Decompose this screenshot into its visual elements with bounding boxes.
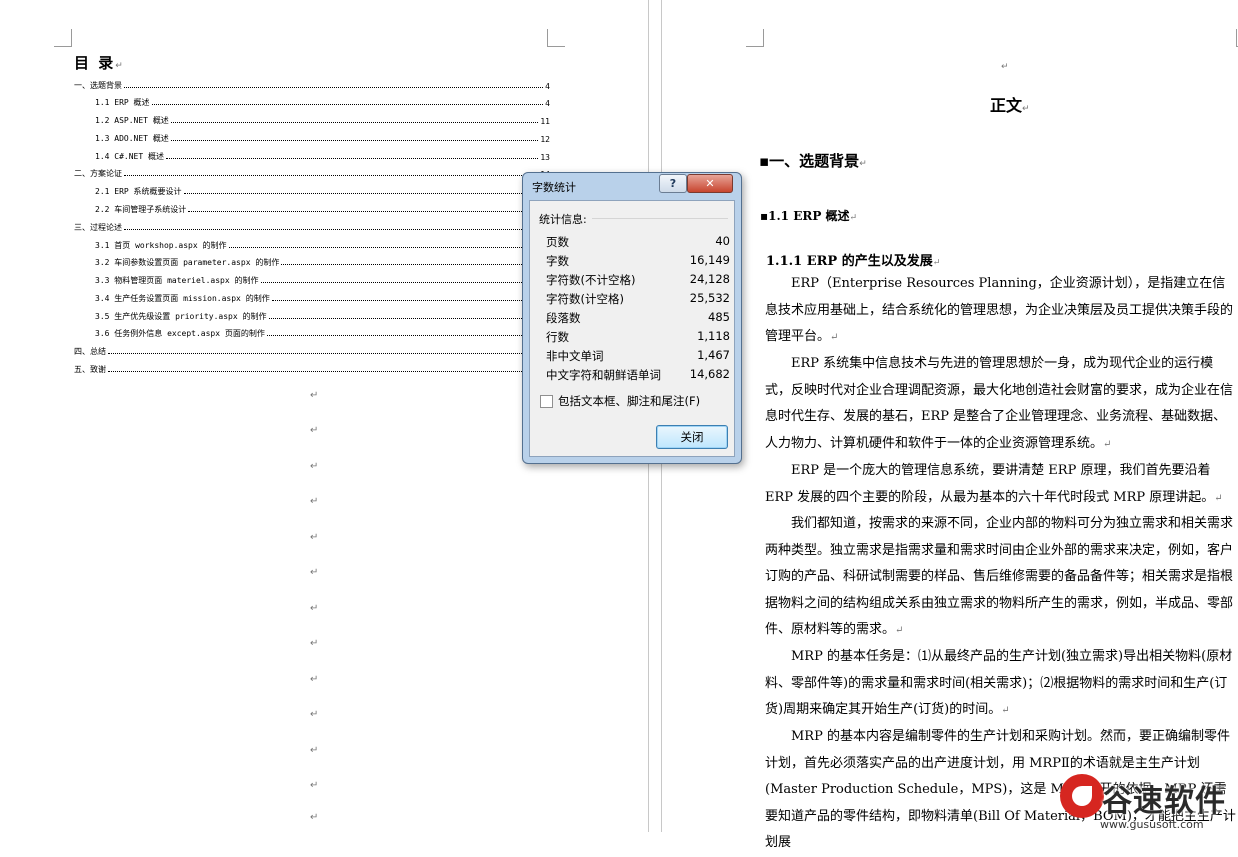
toc-entry[interactable]: 3.3 物料管理页面 materiel.aspx 的制作22	[95, 272, 550, 286]
heading-1: ▪一、选题背景↵	[759, 152, 867, 170]
help-button[interactable]: ?	[659, 174, 687, 193]
paragraph-mark: ↵	[310, 812, 319, 823]
body-paragraph: ERP 是一个庞大的管理信息系统，要讲清楚 ERP 原理，我们首先要沿着 ERP…	[765, 463, 1223, 505]
close-icon: ✕	[705, 177, 715, 190]
paragraph-mark: ↵	[310, 709, 319, 720]
stat-value: 40	[715, 234, 730, 248]
stat-row: 字数 16,149	[546, 253, 730, 271]
heading-3: 1.1.1 ERP 的产生以及发展↵	[766, 254, 941, 269]
stat-value: 16,149	[689, 253, 730, 267]
dialog-titlebar[interactable]: 字数统计 ? ✕	[523, 173, 741, 199]
stat-label: 字数	[546, 254, 569, 268]
paragraph-mark: ↵	[310, 780, 319, 791]
toc-entry[interactable]: 1.2 ASP.NET 概述 11	[95, 112, 550, 126]
stat-label: 字符数(不计空格)	[546, 273, 636, 287]
stat-row: 页数 40	[546, 234, 730, 252]
close-button[interactable]: 关闭	[656, 425, 728, 449]
statistics-group-label: 统计信息:	[539, 213, 587, 226]
stat-value: 25,532	[689, 291, 730, 305]
toc-entry[interactable]: 1.4 C#.NET 概述 13	[95, 148, 550, 162]
paragraph-mark: ↵	[310, 567, 319, 578]
body-title: 正文↵	[990, 96, 1030, 115]
body-paragraph: ERP 系统集中信息技术与先进的管理思想於一身，成为现代企业的运行模式，反映时代…	[765, 356, 1234, 451]
paragraph-mark: ↵	[310, 390, 319, 401]
stat-row: 非中文单词 1,467	[546, 348, 730, 366]
close-window-button[interactable]: ✕	[687, 174, 733, 193]
toc-entry[interactable]: 1.1 ERP 概述 4	[95, 94, 550, 108]
paragraph-mark: ↵	[310, 461, 319, 472]
include-textboxes-checkbox[interactable]: 包括文本框、脚注和尾注(F)	[540, 393, 700, 409]
body-paragraph: 我们都知道，按需求的来源不同，企业内部的物料可分为独立需求和相关需求两种类型。独…	[765, 516, 1234, 637]
toc-entry[interactable]: 3.5 生产优先级设置 priority.aspx 的制作28	[95, 308, 550, 322]
stat-label: 字符数(计空格)	[546, 292, 624, 306]
watermark-logo: 谷速软件 www.gususoft.com	[1060, 772, 1238, 832]
toc-entry[interactable]: 3.6 任务例外信息 except.aspx 页面的制作31	[95, 325, 550, 339]
toc-entry[interactable]: 五、致谢36	[74, 361, 550, 375]
checkbox-label: 包括文本框、脚注和尾注(F)	[558, 394, 701, 408]
toc-entry[interactable]: 3.1 首页 workshop.aspx 的制作17	[95, 237, 550, 251]
toc-entry[interactable]: 1.3 ADO.NET 概述 12	[95, 130, 550, 144]
stat-label: 中文字符和朝鲜语单词	[546, 368, 661, 382]
paragraph-mark: ↵	[1001, 62, 1009, 72]
body-paragraph: ERP（Enterprise Resources Planning，企业资源计划…	[765, 276, 1234, 344]
stat-label: 页数	[546, 235, 569, 249]
stat-value: 1,467	[697, 348, 730, 362]
help-icon: ?	[669, 177, 677, 190]
toc-entry[interactable]: 3.4 生产任务设置页面 mission.aspx 的制作25	[95, 290, 550, 304]
paragraph-mark: ↵	[310, 674, 319, 685]
stat-label: 非中文单词	[546, 349, 604, 363]
toc-entry[interactable]: 3.2 车间参数设置页面 parameter.aspx 的制作20	[95, 254, 550, 268]
stat-value: 485	[708, 310, 730, 324]
paragraph-mark: ↵	[310, 532, 319, 543]
logo-icon	[1060, 774, 1104, 818]
paragraph-mark: ↵	[310, 603, 319, 614]
watermark-text: 谷速软件	[1102, 784, 1226, 819]
toc-entry[interactable]: 二、方案论证14	[74, 165, 550, 179]
crop-mark	[54, 29, 72, 47]
heading-2: ▪1.1 ERP 概述↵	[760, 209, 858, 223]
close-button-label: 关闭	[680, 430, 704, 444]
stat-row: 段落数 485	[546, 310, 730, 328]
stat-value: 14,682	[689, 367, 730, 381]
toc-entry[interactable]: 2.1 ERP 系统概要设计14	[95, 183, 550, 197]
paragraph-mark: ↵	[310, 638, 319, 649]
checkbox-box[interactable]	[540, 394, 553, 408]
dialog-title: 字数统计	[532, 181, 576, 194]
stat-row: 字符数(不计空格) 24,128	[546, 272, 730, 290]
group-divider	[592, 218, 728, 219]
stat-label: 行数	[546, 330, 569, 344]
word-count-dialog[interactable]: 字数统计 ? ✕ 统计信息: 页数 40 字数 16,149 字符数(不计空格) 24…	[522, 172, 742, 464]
paragraph-mark: ↵	[310, 425, 319, 436]
paragraph-mark: ↵	[310, 745, 319, 756]
crop-mark	[547, 29, 565, 47]
crop-mark	[746, 29, 764, 47]
stat-value: 1,118	[697, 329, 730, 343]
dialog-body: 统计信息: 页数 40 字数 16,149 字符数(不计空格) 24,128 字符数(…	[529, 200, 735, 457]
paragraph-mark: ↵	[310, 496, 319, 507]
stat-label: 段落数	[546, 311, 581, 325]
stat-row: 行数 1,118	[546, 329, 730, 347]
watermark-url: www.gususoft.com	[1100, 818, 1204, 831]
toc-entry[interactable]: 2.2 车间管理子系统设计15	[95, 201, 550, 215]
toc-entry[interactable]: 一、选题背景 4	[74, 77, 550, 91]
stat-row: 中文字符和朝鲜语单词 14,682	[546, 367, 730, 385]
stat-row: 字符数(计空格) 25,532	[546, 291, 730, 309]
toc-entry[interactable]: 四、总结35	[74, 343, 550, 357]
body-paragraph: MRP 的基本任务是：⑴从最终产品的生产计划(独立需求)导出相关物料(原材料、零…	[765, 649, 1233, 717]
toc-title: 目 录↵	[74, 54, 125, 72]
stat-value: 24,128	[689, 272, 730, 286]
toc-entry[interactable]: 三、过程论述17	[74, 219, 550, 233]
